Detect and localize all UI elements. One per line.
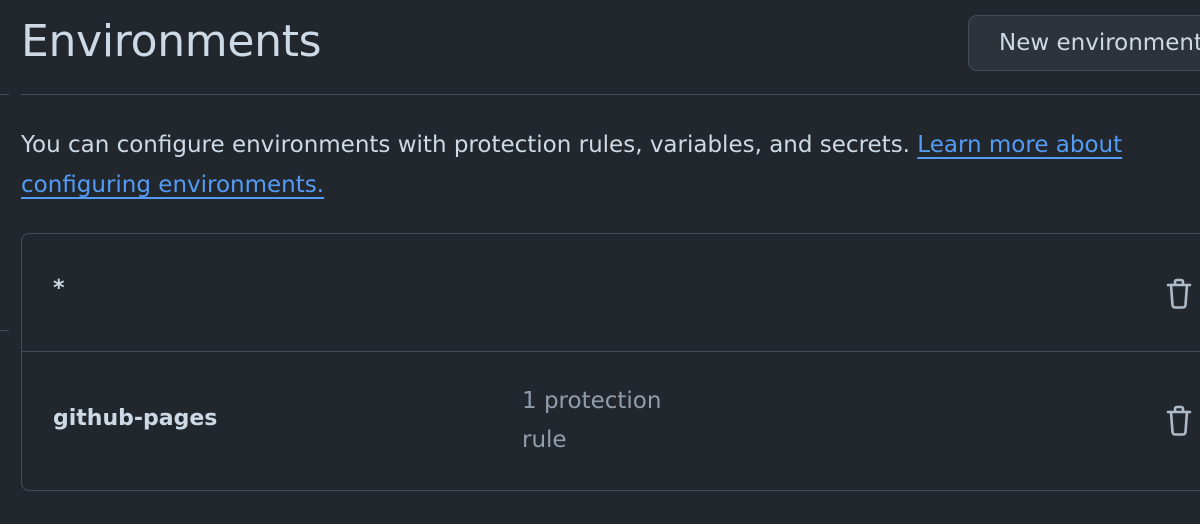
environment-name-link[interactable]: * [53, 276, 65, 301]
page-description: You can configure environments with prot… [21, 125, 1181, 205]
protection-rules-count: 1 protection rule [522, 388, 662, 453]
environment-list: * github-pages 1 protection rule [21, 233, 1200, 491]
sidebar-divider [0, 94, 9, 95]
environment-row: * [22, 234, 1200, 352]
description-text: You can configure environments with prot… [21, 132, 918, 158]
sidebar-divider [0, 330, 9, 331]
new-environment-button[interactable]: New environment [968, 15, 1200, 71]
trash-icon[interactable] [1165, 405, 1193, 437]
header-divider [21, 94, 1200, 95]
environment-name-link[interactable]: github-pages [53, 406, 217, 431]
environment-row: github-pages 1 protection rule [22, 352, 1200, 491]
trash-icon[interactable] [1165, 278, 1193, 310]
environments-page: Environments New environment You can con… [0, 0, 1200, 524]
page-title: Environments [21, 16, 322, 67]
